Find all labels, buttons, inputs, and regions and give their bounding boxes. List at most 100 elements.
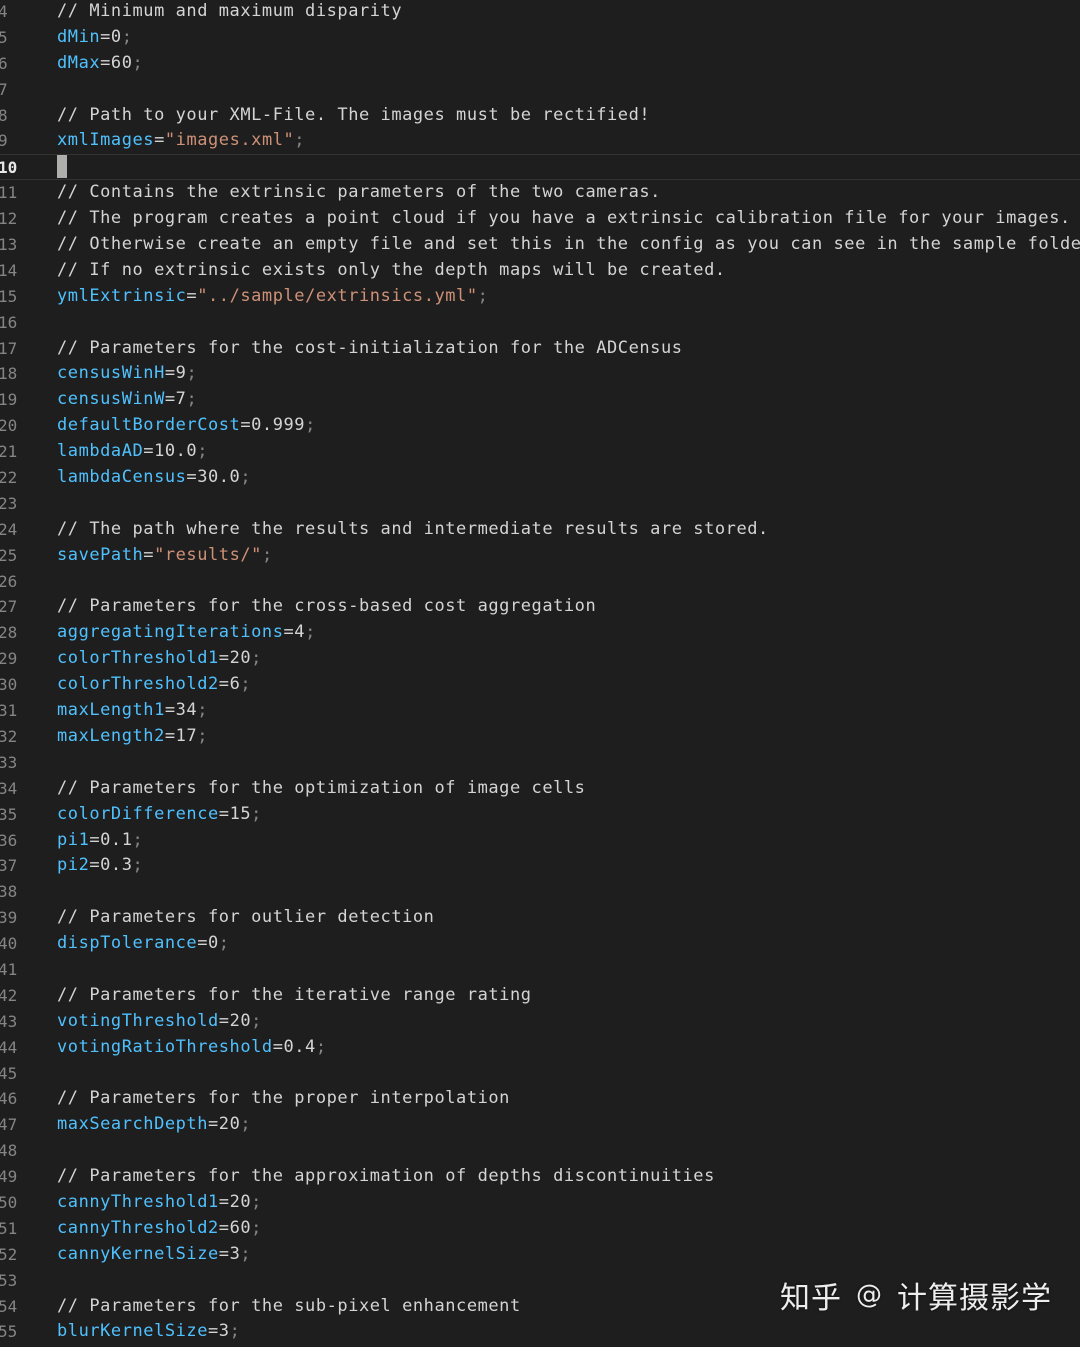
line-number: 55 — [0, 1322, 18, 1342]
code-line[interactable]: 43 votingThreshold=20; — [0, 1009, 1080, 1035]
code-comment: // Parameters for the iterative range ra… — [57, 984, 532, 1005]
code-line[interactable]: 6 dMax=60; — [0, 51, 1080, 77]
line-number: 26 — [0, 571, 18, 591]
line-number: 23 — [0, 493, 18, 513]
code-line[interactable]: 25 savePath="results/"; — [0, 543, 1080, 569]
code-line[interactable]: 22 lambdaCensus=30.0; — [0, 465, 1080, 491]
code-value: = — [154, 130, 165, 151]
code-line[interactable]: 55 blurKernelSize=3; — [0, 1319, 1080, 1345]
code-line[interactable]: 29 colorThreshold1=20; — [0, 646, 1080, 672]
code-line[interactable]: 31 maxLength1=34; — [0, 698, 1080, 724]
code-identifier: maxLength2 — [57, 725, 165, 746]
code-semicolon: ; — [251, 1217, 262, 1238]
code-value: =20 — [218, 1191, 252, 1212]
code-line[interactable]: 15 ymlExtrinsic="../sample/extrinsics.yml… — [0, 284, 1080, 310]
code-comment: // Parameters for the sub-pixel enhancem… — [57, 1295, 521, 1316]
code-line[interactable]: 34 // Parameters for the optimization of … — [0, 776, 1080, 802]
code-value: =0 — [100, 26, 122, 47]
code-line[interactable]: 39 // Parameters for outlier detection — [0, 905, 1080, 931]
code-line[interactable]: 49 // Parameters for the approximation of… — [0, 1164, 1080, 1190]
line-number: 24 — [0, 519, 18, 539]
code-line[interactable]: 26 — [0, 569, 1080, 595]
code-line[interactable]: 42 // Parameters for the iterative range … — [0, 983, 1080, 1009]
code-text: maxLength1=34; — [57, 698, 208, 724]
code-line[interactable]: 20 defaultBorderCost=0.999; — [0, 413, 1080, 439]
code-text: // Parameters for the iterative range ra… — [57, 983, 532, 1009]
code-line[interactable]: 11 // Contains the extrinsic parameters o… — [0, 180, 1080, 206]
line-number: 20 — [0, 416, 18, 436]
code-text: censusWinW=7; — [57, 387, 197, 413]
code-semicolon: ; — [132, 855, 144, 876]
code-line[interactable]: 44 votingRatioThreshold=0.4; — [0, 1035, 1080, 1061]
code-line[interactable]: 19 censusWinW=7; — [0, 387, 1080, 413]
code-line[interactable]: 38 — [0, 879, 1080, 905]
line-number: 14 — [0, 260, 18, 280]
code-line[interactable]: 50 cannyThreshold1=20; — [0, 1190, 1080, 1216]
line-number: 37 — [0, 856, 18, 876]
code-line[interactable]: 12 // The program creates a point cloud i… — [0, 206, 1080, 232]
code-line[interactable]: 35 colorDifference=15; — [0, 802, 1080, 828]
code-semicolon: ; — [251, 803, 262, 824]
code-semicolon: ; — [132, 829, 144, 850]
code-line[interactable]: 18 censusWinH=9; — [0, 361, 1080, 387]
code-value: =34 — [164, 700, 198, 721]
code-line[interactable]: 51 cannyThreshold2=60; — [0, 1216, 1080, 1242]
code-line[interactable]: 28 aggregatingIterations=4; — [0, 620, 1080, 646]
code-semicolon: ; — [294, 130, 306, 151]
code-line[interactable]: 4 // Minimum and maximum disparity — [0, 0, 1080, 25]
code-text: // Parameters for the optimization of im… — [57, 776, 585, 802]
code-line[interactable]: 16 — [0, 310, 1080, 336]
code-line[interactable]: 9 xmlImages="images.xml"; — [0, 128, 1080, 154]
code-line[interactable]: 7 — [0, 77, 1080, 103]
code-line[interactable]: 41 — [0, 957, 1080, 983]
code-string: "results/" — [154, 544, 262, 565]
code-comment: // The program creates a point cloud if … — [57, 208, 1071, 229]
code-line[interactable]: 48 — [0, 1138, 1080, 1164]
code-comment: // The path where the results and interm… — [57, 518, 769, 539]
code-comment: // Otherwise create an empty file and se… — [57, 234, 1080, 255]
code-semicolon: ; — [186, 389, 198, 410]
code-line[interactable]: 5 dMin=0; — [0, 25, 1080, 51]
code-line[interactable]: 32 maxLength2=17; — [0, 724, 1080, 750]
line-number: 52 — [0, 1244, 18, 1264]
line-number: 7 — [0, 79, 8, 99]
code-line[interactable]: 37 pi2=0.3; — [0, 853, 1080, 879]
code-line[interactable]: 8 // Path to your XML-File. The images mu… — [0, 103, 1080, 129]
code-line[interactable]: 14 // If no extrinsic exists only the dep… — [0, 258, 1080, 284]
code-line[interactable]: 46 // Parameters for the proper interpola… — [0, 1086, 1080, 1112]
line-number: 34 — [0, 778, 18, 798]
code-identifier: lambdaCensus — [57, 467, 187, 488]
code-line[interactable]: 52 cannyKernelSize=3; — [0, 1242, 1080, 1268]
code-line[interactable]: 36 pi1=0.1; — [0, 828, 1080, 854]
line-number: 11 — [0, 183, 18, 203]
code-line[interactable]: 24 // The path where the results and inte… — [0, 517, 1080, 543]
line-number: 5 — [0, 27, 8, 47]
watermark-handle: 计算摄影学 — [897, 1281, 1052, 1316]
line-number: 41 — [0, 959, 18, 979]
code-semicolon: ; — [229, 1321, 241, 1342]
code-identifier: dMin — [57, 26, 101, 47]
code-text: // Parameters for the cost-initializatio… — [57, 336, 683, 362]
code-line-active[interactable]: 10 — [0, 154, 1080, 181]
code-identifier: savePath — [57, 544, 144, 565]
code-editor[interactable]: 4// Minimum and maximum disparity 5 dMin=0… — [0, 0, 1080, 1345]
code-semicolon: ; — [197, 441, 209, 462]
code-line[interactable]: 47 maxSearchDepth=20; — [0, 1112, 1080, 1138]
line-number: 49 — [0, 1167, 18, 1187]
code-line[interactable]: 27 // Parameters for the cross-based cost… — [0, 594, 1080, 620]
code-line[interactable]: 13 // Otherwise create an empty file and … — [0, 232, 1080, 258]
code-line[interactable]: 40 dispTolerance=0; — [0, 931, 1080, 957]
code-line[interactable]: 23 — [0, 491, 1080, 517]
code-text: // Parameters for the proper interpolati… — [57, 1086, 510, 1112]
code-line[interactable]: 33 — [0, 750, 1080, 776]
code-line[interactable]: 17 // Parameters for the cost-initializat… — [0, 336, 1080, 362]
code-line[interactable]: 21 lambdaAD=10.0; — [0, 439, 1080, 465]
code-identifier: colorThreshold2 — [57, 674, 219, 695]
code-semicolon: ; — [197, 700, 209, 721]
line-number: 15 — [0, 286, 18, 306]
watermark-site: 知乎 — [780, 1281, 842, 1316]
code-text: // Path to your XML-File. The images mus… — [57, 103, 650, 129]
code-line[interactable]: 30 colorThreshold2=6; — [0, 672, 1080, 698]
code-line[interactable]: 45 — [0, 1061, 1080, 1087]
code-text: defaultBorderCost=0.999; — [57, 413, 316, 439]
